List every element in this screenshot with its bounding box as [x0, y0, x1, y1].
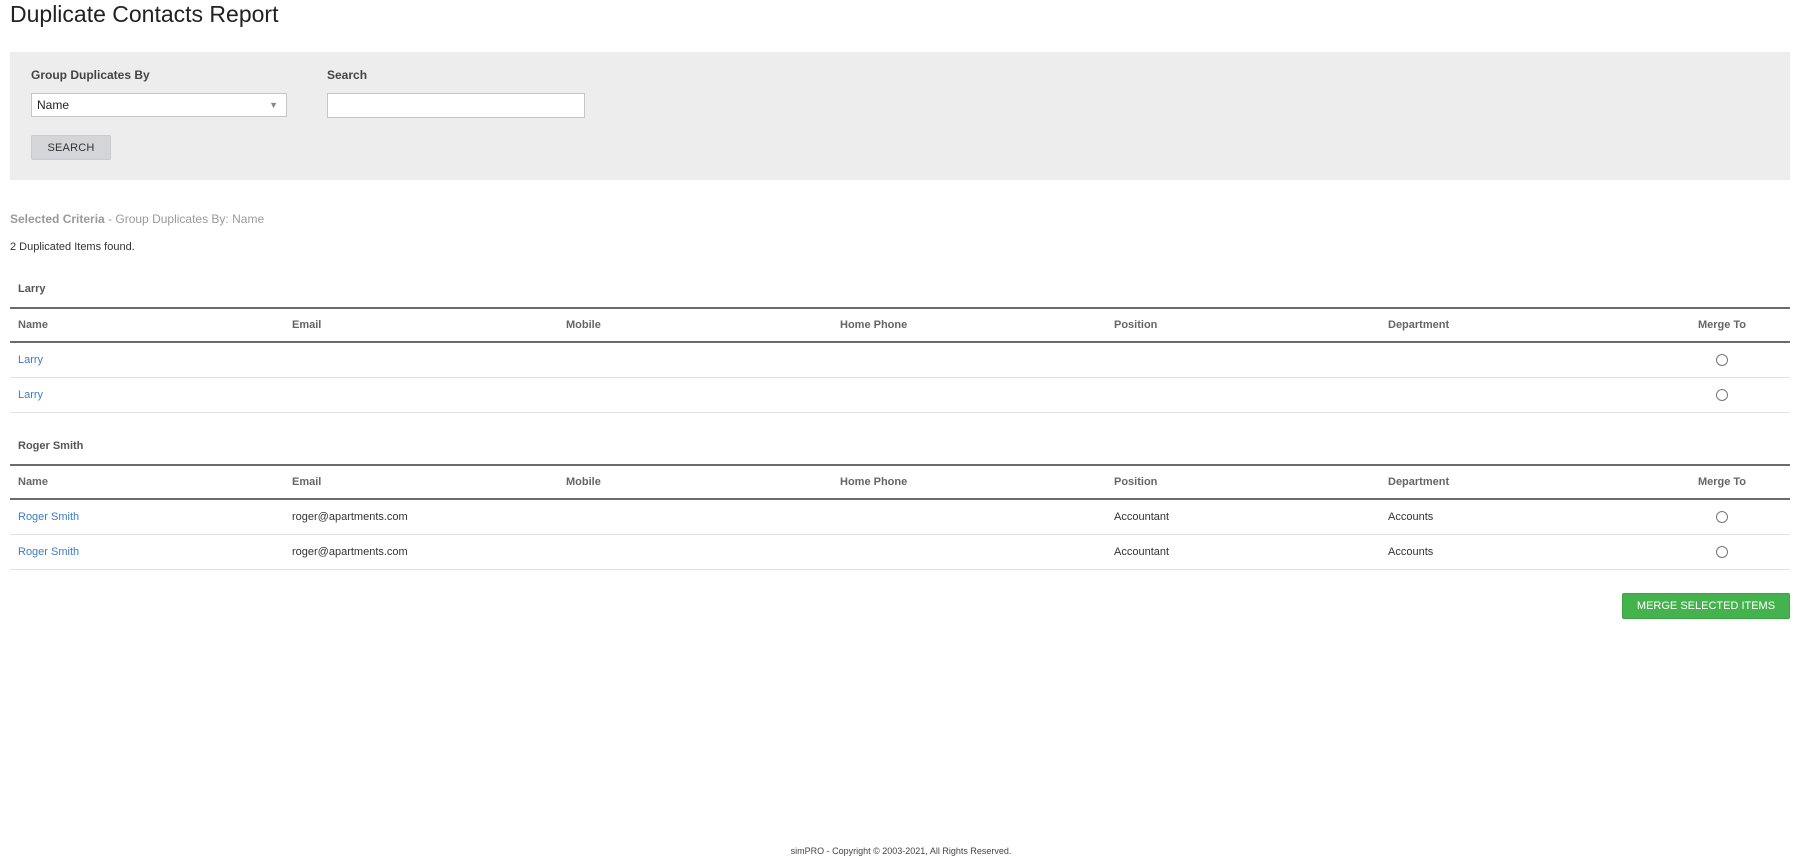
search-label: Search — [327, 68, 368, 82]
mobile-cell — [558, 377, 832, 413]
merge-selected-items-button[interactable]: MERGE SELECTED ITEMS — [1622, 593, 1790, 619]
merge-to-radio[interactable] — [1716, 388, 1728, 401]
column-header-position[interactable]: Position — [1106, 464, 1380, 500]
merge-to-radio[interactable] — [1716, 545, 1728, 558]
selected-criteria-label: Selected Criteria — [10, 212, 105, 226]
group-title: Larry — [18, 283, 46, 295]
department-cell — [1380, 342, 1654, 378]
department-cell — [1380, 377, 1654, 413]
column-header-mobile[interactable]: Mobile — [558, 464, 832, 500]
page-title: Duplicate Contacts Report — [10, 1, 279, 27]
contact-name-link[interactable]: Larry — [18, 389, 43, 401]
column-header-department[interactable]: Department — [1380, 464, 1654, 500]
home-phone-cell — [832, 534, 1106, 570]
email-cell: roger@apartments.com — [284, 499, 558, 535]
home-phone-cell — [832, 499, 1106, 535]
department-cell: Accounts — [1380, 499, 1654, 535]
table-header-row: Name Email Mobile Home Phone Position De… — [10, 307, 1790, 343]
group-by-label: Group Duplicates By — [31, 68, 150, 82]
home-phone-cell — [832, 377, 1106, 413]
table-row: Larry — [10, 377, 1790, 413]
column-header-home-phone[interactable]: Home Phone — [832, 464, 1106, 500]
contact-name-link[interactable]: Roger Smith — [18, 511, 79, 523]
group-by-selected-value: Name — [37, 98, 70, 112]
mobile-cell — [558, 534, 832, 570]
contact-name-link[interactable]: Larry — [18, 354, 43, 366]
merge-to-radio[interactable] — [1716, 353, 1728, 366]
mobile-cell — [558, 499, 832, 535]
column-header-email[interactable]: Email — [284, 307, 558, 343]
selected-criteria: Selected Criteria - Group Duplicates By:… — [10, 212, 264, 226]
column-header-position[interactable]: Position — [1106, 307, 1380, 343]
chevron-down-icon: ▼ — [269, 100, 278, 110]
search-input[interactable] — [327, 93, 585, 118]
position-cell: Accountant — [1106, 499, 1380, 535]
home-phone-cell — [832, 342, 1106, 378]
column-header-merge-to: Merge To — [1654, 307, 1790, 343]
results-count: 2 Duplicated Items found. — [10, 241, 135, 253]
position-cell — [1106, 377, 1380, 413]
duplicates-table: Name Email Mobile Home Phone Position De… — [10, 307, 1790, 413]
department-cell: Accounts — [1380, 534, 1654, 570]
table-row: Larry — [10, 342, 1790, 378]
merge-to-radio[interactable] — [1716, 510, 1728, 523]
search-button[interactable]: SEARCH — [31, 135, 111, 160]
column-header-name[interactable]: Name — [10, 307, 284, 343]
filter-panel: Group Duplicates By Name ▼ Search SEARCH — [10, 52, 1790, 180]
footer-copyright: simPRO - Copyright © 2003-2021, All Righ… — [790, 846, 1012, 856]
column-header-name[interactable]: Name — [10, 464, 284, 500]
column-header-email[interactable]: Email — [284, 464, 558, 500]
selected-criteria-text: - Group Duplicates By: Name — [104, 212, 265, 226]
contact-name-link[interactable]: Roger Smith — [18, 546, 79, 558]
duplicates-table: Name Email Mobile Home Phone Position De… — [10, 464, 1790, 570]
table-header-row: Name Email Mobile Home Phone Position De… — [10, 464, 1790, 500]
column-header-mobile[interactable]: Mobile — [558, 307, 832, 343]
column-header-department[interactable]: Department — [1380, 307, 1654, 343]
email-cell — [284, 377, 558, 413]
email-cell: roger@apartments.com — [284, 534, 558, 570]
column-header-merge-to: Merge To — [1654, 464, 1790, 500]
position-cell — [1106, 342, 1380, 378]
table-row: Roger Smith roger@apartments.com Account… — [10, 499, 1790, 535]
position-cell: Accountant — [1106, 534, 1380, 570]
group-title: Roger Smith — [18, 440, 84, 452]
email-cell — [284, 342, 558, 378]
table-row: Roger Smith roger@apartments.com Account… — [10, 534, 1790, 570]
mobile-cell — [558, 342, 832, 378]
column-header-home-phone[interactable]: Home Phone — [832, 307, 1106, 343]
group-by-select[interactable]: Name ▼ — [31, 93, 287, 117]
